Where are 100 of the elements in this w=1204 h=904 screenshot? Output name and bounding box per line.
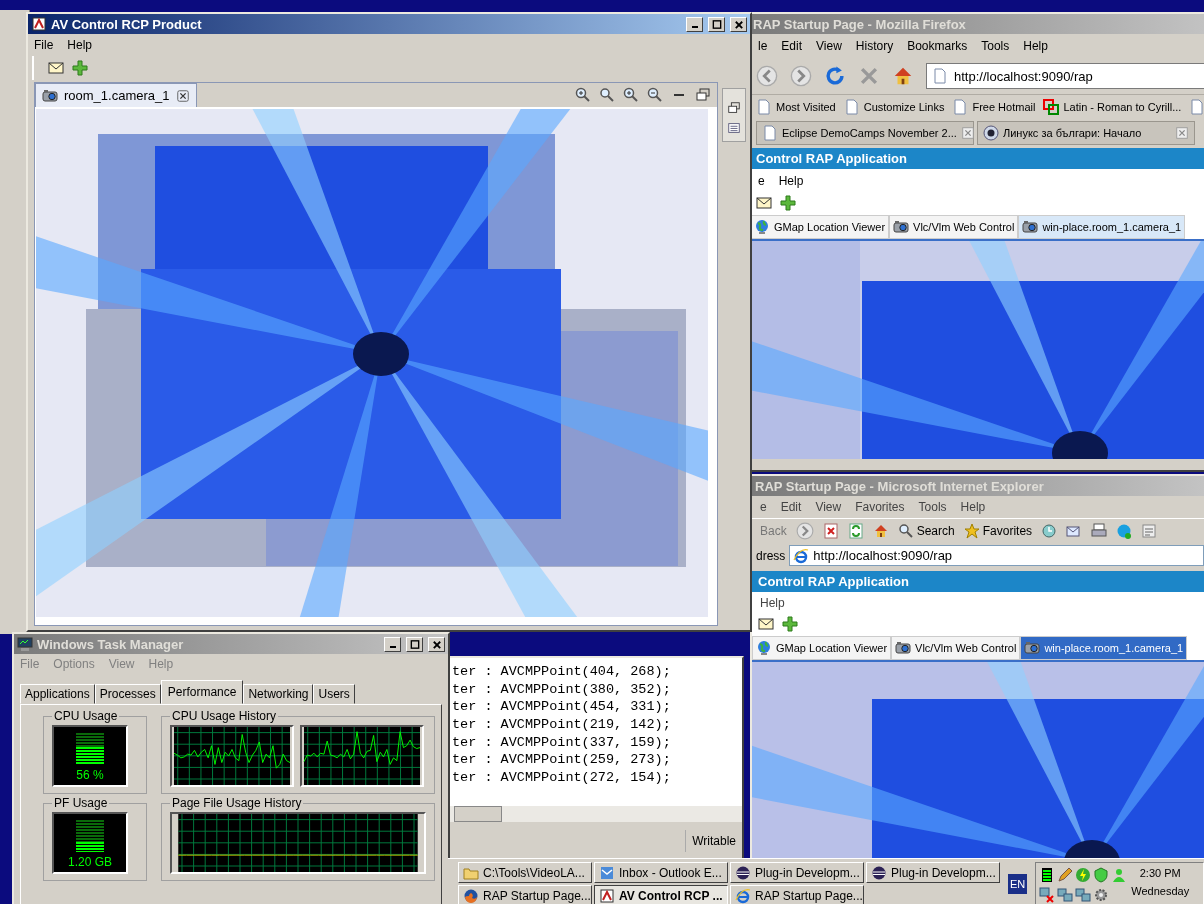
- view-tab[interactable]: win-place.room_1.camera_1: [1020, 636, 1188, 660]
- menu-item[interactable]: Tools: [918, 500, 947, 514]
- refresh-icon[interactable]: [847, 523, 864, 539]
- view-tab[interactable]: GMap Location Viewer: [752, 636, 892, 660]
- menu-item[interactable]: e: [760, 500, 767, 514]
- menu-item[interactable]: View: [816, 39, 842, 53]
- minimize-icon: [389, 645, 396, 648]
- tab[interactable]: Performance: [160, 680, 244, 704]
- history-icon[interactable]: [1041, 523, 1058, 539]
- menu-item[interactable]: Help: [960, 500, 986, 514]
- menu-item[interactable]: Help: [760, 596, 785, 610]
- group-label: Page File Usage History: [171, 796, 303, 810]
- zoom-out-icon[interactable]: [647, 87, 663, 103]
- page-icon: [952, 99, 969, 115]
- menu-item[interactable]: Edit: [780, 500, 802, 514]
- plus-icon[interactable]: [780, 195, 796, 211]
- window-title: Windows Task Manager: [37, 636, 185, 652]
- tab[interactable]: Networking: [243, 684, 314, 704]
- forward-icon[interactable]: [795, 522, 814, 540]
- bookmark[interactable]: Latin - Roman to Cyrill...: [1043, 99, 1182, 115]
- group-label: CPU Usage: [53, 709, 119, 723]
- language-indicator[interactable]: EN: [1008, 874, 1028, 894]
- favorites-button[interactable]: Favorites: [963, 523, 1033, 539]
- mail-icon[interactable]: [1066, 523, 1083, 539]
- close-button[interactable]: [730, 16, 747, 32]
- view-tab[interactable]: Vlc/Vlm Web Control: [889, 215, 1019, 239]
- back-icon[interactable]: [756, 65, 778, 87]
- menu-item[interactable]: History: [855, 39, 894, 53]
- camera-icon: [1022, 219, 1039, 235]
- taskbar-button[interactable]: Plug-in Developm...: [730, 862, 864, 883]
- close-icon[interactable]: [175, 88, 190, 103]
- url-input[interactable]: http://localhost:9090/rap: [813, 548, 1014, 563]
- browser-tab[interactable]: Линукс за българи: Начало: [977, 121, 1195, 145]
- menu-item[interactable]: Help: [778, 174, 804, 188]
- scrollbar-thumb[interactable]: [454, 806, 502, 822]
- eclipse-icon: [871, 864, 887, 881]
- address-field[interactable]: http://localhost:9090/rap: [789, 545, 1204, 566]
- minimize-button[interactable]: [686, 16, 703, 32]
- taskbar-button[interactable]: AV Control RCP ...: [594, 885, 728, 904]
- app-icon: [31, 16, 47, 32]
- window-title: AV Control RCP Product: [51, 16, 203, 32]
- bookmark[interactable]: Free Hotmail: [952, 99, 1036, 115]
- taskbar-button[interactable]: C:\Tools\VideoLA...: [458, 862, 592, 883]
- code-line: ter : AVCMPPoint(454, 331);: [452, 699, 672, 717]
- gear-icon[interactable]: [1093, 887, 1110, 903]
- ie-icon: [793, 547, 810, 564]
- plus-icon[interactable]: [782, 616, 798, 632]
- home-icon[interactable]: [892, 65, 914, 87]
- view-tab[interactable]: win-place.room_1.camera_1: [1018, 215, 1186, 239]
- network-icon[interactable]: [1075, 887, 1092, 903]
- zoom-icon[interactable]: [575, 87, 591, 103]
- menu-item[interactable]: File: [34, 38, 54, 52]
- menu-item[interactable]: Bookmarks: [907, 39, 968, 53]
- stop-icon[interactable]: [822, 523, 839, 539]
- zoom-icon[interactable]: [599, 87, 615, 103]
- taskbar-button[interactable]: Inbox - Outlook E...: [594, 862, 728, 883]
- mail-icon: [599, 864, 615, 881]
- close-button[interactable]: [428, 636, 445, 652]
- bookmark[interactable]: Customize Links: [843, 99, 945, 115]
- maximize-button[interactable]: [708, 16, 725, 32]
- url-input[interactable]: http://localhost:9090/rap: [954, 68, 1154, 84]
- restore-icon[interactable]: [727, 101, 741, 115]
- reload-icon[interactable]: [824, 65, 846, 87]
- zoom-in-icon[interactable]: [623, 87, 639, 103]
- envelope-icon[interactable]: [48, 60, 64, 76]
- menu-item[interactable]: View: [815, 500, 842, 514]
- list-icon[interactable]: [727, 121, 741, 135]
- menu-item[interactable]: Help: [1023, 39, 1048, 53]
- minimize-button[interactable]: [384, 636, 401, 652]
- view-tab[interactable]: GMap Location Viewer: [750, 215, 890, 239]
- taskbar-button[interactable]: Plug-in Developm...: [866, 862, 1000, 883]
- tab[interactable]: Processes: [94, 684, 161, 704]
- taskbar-button[interactable]: RAP Startup Page...: [458, 885, 592, 904]
- view-tab[interactable]: Vlc/Vlm Web Control: [891, 636, 1021, 660]
- menu-item[interactable]: Help: [67, 38, 93, 52]
- browser-tab[interactable]: Eclipse DemoCamps November 2...: [756, 121, 974, 145]
- page-icon[interactable]: [1189, 99, 1204, 115]
- maximize-button[interactable]: [406, 636, 423, 652]
- envelope-icon[interactable]: [756, 195, 772, 211]
- camera-icon: [893, 219, 910, 235]
- menu-item[interactable]: e: [758, 174, 765, 188]
- menu-item[interactable]: le: [758, 39, 768, 53]
- address-field[interactable]: http://localhost:9090/rap: [926, 63, 1204, 89]
- printer-icon[interactable]: [1091, 523, 1108, 539]
- forward-icon[interactable]: [790, 65, 812, 87]
- shield-icon[interactable]: [1093, 867, 1110, 883]
- tab[interactable]: Applications: [20, 684, 95, 704]
- search-button[interactable]: Search: [897, 523, 955, 539]
- bookmark[interactable]: Most Visited: [756, 99, 836, 115]
- menu-item[interactable]: Tools: [981, 39, 1010, 53]
- envelope-icon[interactable]: [758, 616, 774, 632]
- view-tab[interactable]: room_1.camera_1: [35, 83, 197, 107]
- menu-item[interactable]: Edit: [781, 39, 803, 53]
- taskbar-button[interactable]: RAP Startup Page...: [730, 885, 864, 904]
- menu-item[interactable]: Favorites: [855, 500, 905, 514]
- plus-icon[interactable]: [72, 60, 88, 76]
- bolt-icon[interactable]: [1075, 867, 1092, 883]
- restore-icon[interactable]: [695, 87, 711, 103]
- network-icon[interactable]: [1057, 887, 1074, 903]
- tab[interactable]: Users: [313, 684, 355, 704]
